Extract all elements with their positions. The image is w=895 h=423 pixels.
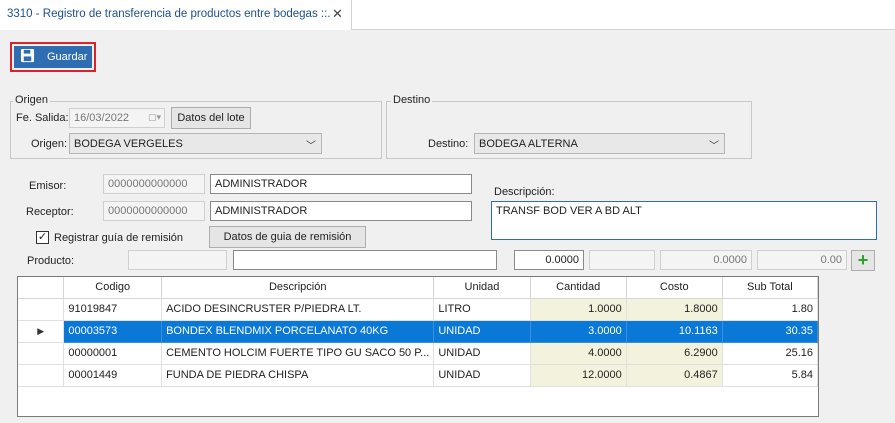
close-icon[interactable]: ✕ xyxy=(332,6,343,22)
producto-extra-field[interactable] xyxy=(589,250,655,270)
destino-value: BODEGA ALTERNA xyxy=(479,138,578,150)
cell-codigo[interactable]: 91019847 xyxy=(63,298,163,321)
destino-legend: Destino xyxy=(391,94,433,106)
origen-label: Origen: xyxy=(31,138,68,150)
producto-cantidad-field[interactable]: 0.0000 xyxy=(514,250,584,270)
guia-checkbox-label: Registrar guía de remisión xyxy=(54,232,184,244)
chevron-down-icon: ﹀ xyxy=(709,141,719,152)
cell-unidad[interactable]: UNIDAD xyxy=(433,320,531,343)
fecha-value: 16/03/2022 xyxy=(74,112,130,124)
cell-costo[interactable]: 1.8000 xyxy=(626,298,723,321)
calendar-icon[interactable]: ▢▾ xyxy=(148,112,161,123)
table-row[interactable]: 91019847 ACIDO DESINCRUSTER P/PIEDRA LT.… xyxy=(18,298,818,321)
cell-descripcion[interactable]: BONDEX BLENDMIX PORCELANATO 40KG xyxy=(161,320,435,343)
guia-checkbox[interactable]: ✓ xyxy=(36,231,49,244)
destino-label: Destino: xyxy=(428,138,469,150)
emisor-label: Emisor: xyxy=(29,180,67,192)
tab-title: 3310 - Registro de transferencia de prod… xyxy=(7,8,331,20)
producto-code-field[interactable] xyxy=(128,250,227,270)
receptor-name-field[interactable]: ADMINISTRADOR xyxy=(210,201,472,221)
header-cantidad[interactable]: Cantidad xyxy=(530,277,627,299)
descripcion-textarea[interactable]: TRANSF BOD VER A BD ALT xyxy=(491,201,877,240)
cell-cantidad[interactable]: 12.0000 xyxy=(530,364,627,387)
header-descripcion[interactable]: Descripción xyxy=(161,277,435,299)
cell-costo[interactable]: 0.4867 xyxy=(626,364,723,387)
chevron-down-icon: ﹀ xyxy=(306,141,316,152)
producto-label: Producto: xyxy=(27,255,75,267)
row-indicator[interactable] xyxy=(18,342,65,365)
cell-subtotal[interactable]: 1.80 xyxy=(722,298,818,321)
receptor-code-field[interactable]: 0000000000000 xyxy=(103,201,205,221)
datos-lote-button[interactable]: Datos del lote xyxy=(171,107,251,129)
origen-select[interactable]: BODEGA VERGELES ﹀ xyxy=(69,133,322,154)
descripcion-label: Descripción: xyxy=(494,186,555,198)
table-row-selected[interactable]: ▶ 00003573 BONDEX BLENDMIX PORCELANATO 4… xyxy=(18,320,818,343)
producto-costo-field[interactable]: 0.0000 xyxy=(660,250,752,270)
cell-cantidad[interactable]: 3.0000 xyxy=(530,320,627,343)
table-row[interactable]: 00001449 FUNDA DE PIEDRA CHISPA UNIDAD 1… xyxy=(18,364,818,387)
header-costo[interactable]: Costo xyxy=(626,277,723,299)
cell-codigo[interactable]: 00000001 xyxy=(63,342,163,365)
floppy-disk-icon xyxy=(20,48,35,66)
tab-transferencia[interactable]: 3310 - Registro de transferencia de prod… xyxy=(0,0,352,30)
cell-subtotal[interactable]: 5.84 xyxy=(722,364,818,387)
grid-header-row: Codigo Descripción Unidad Cantidad Costo… xyxy=(18,277,818,299)
origen-legend: Origen xyxy=(13,94,51,106)
receptor-label: Receptor: xyxy=(26,206,74,218)
cell-subtotal[interactable]: 30.35 xyxy=(722,320,818,343)
header-codigo[interactable]: Codigo xyxy=(63,277,163,299)
cell-descripcion[interactable]: FUNDA DE PIEDRA CHISPA xyxy=(161,364,435,387)
cell-cantidad[interactable]: 1.0000 xyxy=(530,298,627,321)
plus-icon: + xyxy=(857,250,869,270)
header-unidad[interactable]: Unidad xyxy=(433,277,531,299)
add-product-button[interactable]: + xyxy=(851,250,875,271)
emisor-code-field[interactable]: 0000000000000 xyxy=(103,174,205,194)
row-indicator[interactable] xyxy=(18,364,65,387)
tab-bar: 3310 - Registro de transferencia de prod… xyxy=(0,0,895,30)
save-button-highlight: Guardar xyxy=(10,42,96,72)
save-label: Guardar xyxy=(47,51,88,63)
cell-codigo[interactable]: 00001449 xyxy=(63,364,163,387)
save-button[interactable]: Guardar xyxy=(14,46,92,68)
table-row[interactable]: 00000001 CEMENTO HOLCIM FUERTE TIPO GU S… xyxy=(18,342,818,365)
products-grid[interactable]: Codigo Descripción Unidad Cantidad Costo… xyxy=(17,276,819,417)
cell-unidad[interactable]: LITRO xyxy=(433,298,531,321)
cell-costo[interactable]: 6.2900 xyxy=(626,342,723,365)
cell-unidad[interactable]: UNIDAD xyxy=(433,364,531,387)
producto-subtotal-field[interactable]: 0.00 xyxy=(757,250,847,270)
row-indicator[interactable]: ▶ xyxy=(18,320,65,343)
cell-descripcion[interactable]: ACIDO DESINCRUSTER P/PIEDRA LT. xyxy=(161,298,435,321)
emisor-name-field[interactable]: ADMINISTRADOR xyxy=(210,174,472,194)
cell-cantidad[interactable]: 4.0000 xyxy=(530,342,627,365)
destino-select[interactable]: BODEGA ALTERNA ﹀ xyxy=(474,133,725,154)
origen-value: BODEGA VERGELES xyxy=(74,138,183,150)
descripcion-value: TRANSF BOD VER A BD ALT xyxy=(496,205,642,217)
fecha-salida-field[interactable]: 16/03/2022 ▢▾ xyxy=(69,108,165,128)
datos-guia-button[interactable]: Datos de guia de remisión xyxy=(209,226,366,248)
cell-unidad[interactable]: UNIDAD xyxy=(433,342,531,365)
row-indicator[interactable] xyxy=(18,298,65,321)
header-subtotal[interactable]: Sub Total xyxy=(722,277,818,299)
triangle-right-icon: ▶ xyxy=(37,325,45,336)
fecha-label: Fe. Salida: xyxy=(16,112,69,124)
producto-name-field[interactable] xyxy=(233,250,497,270)
header-indicator xyxy=(18,277,65,299)
cell-codigo[interactable]: 00003573 xyxy=(63,320,163,343)
products-table: Codigo Descripción Unidad Cantidad Costo… xyxy=(18,277,818,387)
cell-descripcion[interactable]: CEMENTO HOLCIM FUERTE TIPO GU SACO 50 P.… xyxy=(161,342,435,365)
cell-subtotal[interactable]: 25.16 xyxy=(722,342,818,365)
cell-costo[interactable]: 10.1163 xyxy=(626,320,723,343)
